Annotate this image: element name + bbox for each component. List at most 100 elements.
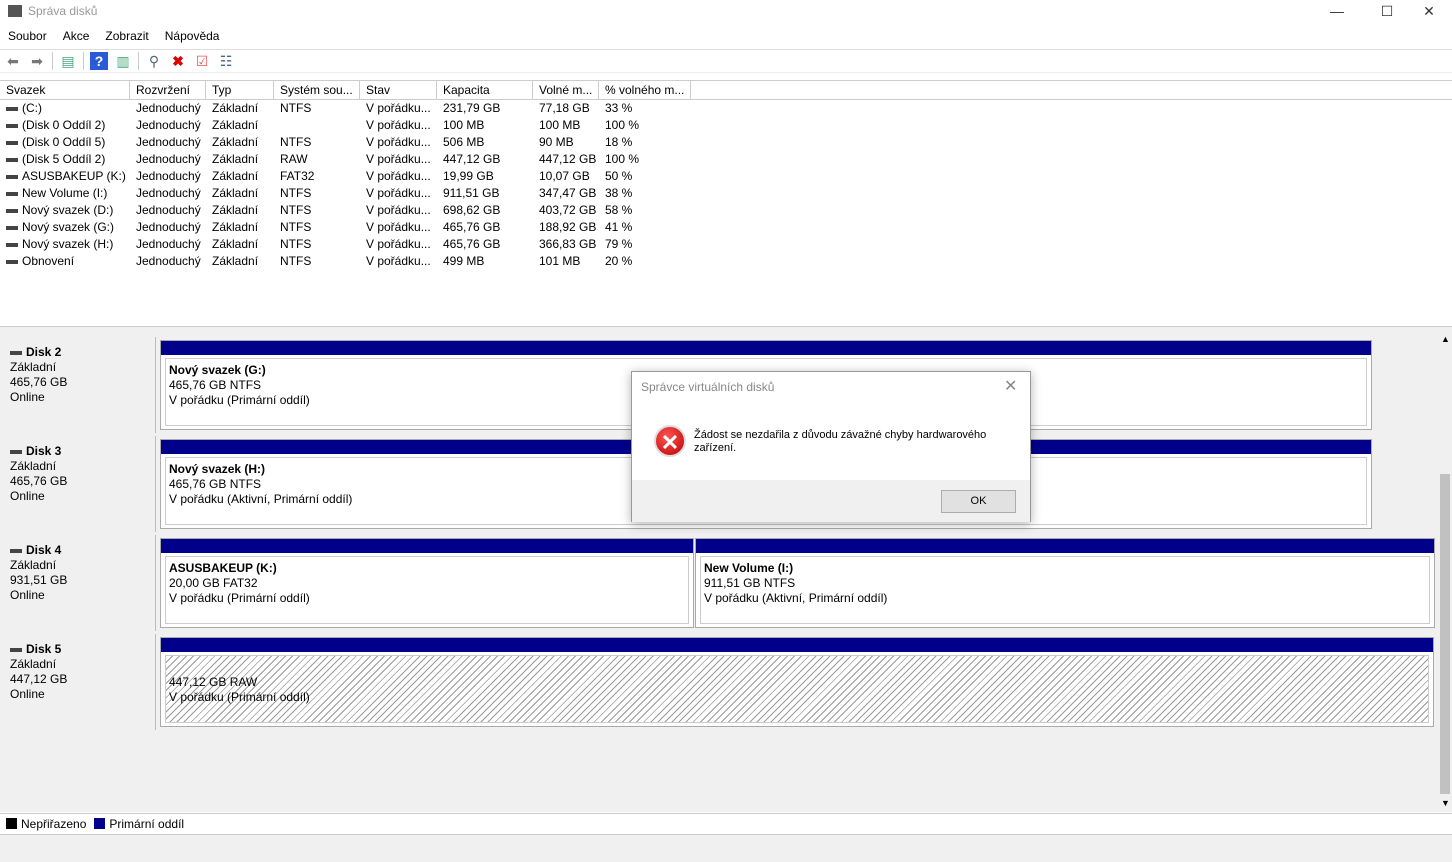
- cell-5: 100 MB: [437, 117, 533, 134]
- cell-6: 90 MB: [533, 134, 599, 151]
- cell-2: Základní: [206, 100, 274, 117]
- cell-text: (C:): [22, 101, 42, 115]
- partition-name: Nový svazek (H:): [169, 462, 266, 476]
- col-procento[interactable]: % volného m...: [599, 81, 691, 99]
- connect-drive-icon[interactable]: ⚲: [145, 52, 163, 70]
- cell-2: Základní: [206, 202, 274, 219]
- disk-label[interactable]: Disk 2 Základní 465,76 GB Online: [2, 337, 156, 433]
- cell-5: 19,99 GB: [437, 168, 533, 185]
- cell-text: 911,51 GB: [443, 186, 500, 200]
- partition[interactable]: New Volume (I:) 911,51 GB NTFS V pořádku (…: [695, 538, 1435, 628]
- forward-arrow-icon[interactable]: ➡: [28, 52, 46, 70]
- cell-6: 10,07 GB: [533, 168, 599, 185]
- disk-size: 931,51 GB: [10, 573, 68, 587]
- table-row[interactable]: (C:) Jednoduchý Základní NTFS V pořádku... 23…: [0, 100, 1452, 117]
- table-row[interactable]: ASUSBAKEUP (K:) Jednoduchý Základní FAT32 V …: [0, 168, 1452, 185]
- cell-text: 347,47 GB: [539, 186, 597, 200]
- cell-4: V pořádku...: [360, 236, 437, 253]
- delete-icon[interactable]: ✖: [169, 52, 187, 70]
- dialog-message: Žádost se nezdařila z důvodu závažné chy…: [694, 429, 987, 454]
- cell-2: Základní: [206, 117, 274, 134]
- table-row[interactable]: Nový svazek (D:) Jednoduchý Základní NTFS V …: [0, 202, 1452, 219]
- cell-text: V pořádku...: [366, 135, 431, 149]
- table-row[interactable]: (Disk 5 Oddíl 2) Jednoduchý Základní RAW V p…: [0, 151, 1452, 168]
- partition[interactable]: 447,12 GB RAW V pořádku (Primární oddíl): [160, 637, 1434, 727]
- pane-splitter[interactable]: [0, 326, 1452, 334]
- menu-soubor[interactable]: Soubor: [0, 27, 55, 47]
- partition-state: V pořádku (Primární oddíl): [169, 690, 310, 704]
- disk-type: Základní: [10, 558, 57, 572]
- cell-3: RAW: [274, 151, 360, 168]
- col-rozvrzeni[interactable]: Rozvržení: [130, 81, 206, 99]
- cell-text: Základní: [212, 186, 259, 200]
- col-system[interactable]: Systém sou...: [274, 81, 360, 99]
- cell-2: Základní: [206, 219, 274, 236]
- cell-text: Jednoduchý: [136, 152, 201, 166]
- scroll-thumb[interactable]: [1440, 474, 1450, 794]
- menu-akce[interactable]: Akce: [55, 27, 98, 47]
- dialog-title: Správce virtuálních disků: [641, 380, 775, 394]
- cell-6: 77,18 GB: [533, 100, 599, 117]
- cell-0: New Volume (I:): [0, 185, 130, 202]
- cell-text: Obnovení: [22, 254, 75, 268]
- cell-2: Základní: [206, 168, 274, 185]
- close-button[interactable]: ✕: [1406, 0, 1452, 24]
- cell-text: 100 MB: [539, 118, 581, 132]
- back-arrow-icon[interactable]: ⬅: [4, 52, 22, 70]
- menu-zobrazit[interactable]: Zobrazit: [97, 27, 156, 47]
- disk-status: Online: [10, 390, 45, 404]
- menu-napoveda[interactable]: Nápověda: [157, 27, 228, 47]
- cell-text: (Disk 5 Oddíl 2): [22, 152, 106, 166]
- vertical-scrollbar[interactable]: ▲ ▼: [1438, 334, 1452, 812]
- cell-text: 18 %: [605, 135, 633, 149]
- properties-icon[interactable]: ☷: [217, 52, 235, 70]
- help-icon[interactable]: ?: [90, 52, 108, 70]
- cell-4: V pořádku...: [360, 134, 437, 151]
- minimize-button[interactable]: —: [1314, 0, 1360, 24]
- disk-label[interactable]: Disk 4 Základní 931,51 GB Online: [2, 535, 156, 631]
- cell-7: 58 %: [599, 202, 691, 219]
- table-row[interactable]: Nový svazek (G:) Jednoduchý Základní NTFS V …: [0, 219, 1452, 236]
- table-row[interactable]: Nový svazek (H:) Jednoduchý Základní NTFS V …: [0, 236, 1452, 253]
- cell-text: 366,83 GB: [539, 237, 597, 251]
- partition[interactable]: ASUSBAKEUP (K:) 20,00 GB FAT32 V pořádku (…: [160, 538, 694, 628]
- col-volne[interactable]: Volné m...: [533, 81, 599, 99]
- table-row[interactable]: (Disk 0 Oddíl 5) Jednoduchý Základní NTFS V …: [0, 134, 1452, 151]
- cell-text: Základní: [212, 135, 259, 149]
- cell-3: [274, 117, 360, 134]
- table-row[interactable]: Obnovení Jednoduchý Základní NTFS V pořádku.…: [0, 253, 1452, 270]
- cell-text: Jednoduchý: [136, 220, 201, 234]
- disk-icon: [10, 647, 22, 652]
- cell-text: 38 %: [605, 186, 633, 200]
- disk-type: Základní: [10, 360, 57, 374]
- col-kapacita[interactable]: Kapacita: [437, 81, 533, 99]
- cell-7: 33 %: [599, 100, 691, 117]
- dialog-close-button[interactable]: ✕: [1004, 376, 1017, 396]
- col-typ[interactable]: Typ: [206, 81, 274, 99]
- cell-2: Základní: [206, 185, 274, 202]
- table-row[interactable]: (Disk 0 Oddíl 2) Jednoduchý Základní V pořá…: [0, 117, 1452, 134]
- check-icon[interactable]: ☑: [193, 52, 211, 70]
- col-stav[interactable]: Stav: [360, 81, 437, 99]
- action-pane-icon[interactable]: ▥: [114, 52, 132, 70]
- partition-state: V pořádku (Aktivní, Primární oddíl): [704, 591, 888, 605]
- scroll-down-icon[interactable]: ▼: [1441, 798, 1450, 808]
- cell-6: 347,47 GB: [533, 185, 599, 202]
- disk-label[interactable]: Disk 3 Základní 465,76 GB Online: [2, 436, 156, 532]
- disk-row: Disk 4 Základní 931,51 GB Online ASUSBAKEUP …: [0, 533, 1438, 631]
- disk-label[interactable]: Disk 5 Základní 447,12 GB Online: [2, 634, 156, 730]
- cell-text: NTFS: [280, 203, 312, 217]
- scroll-up-icon[interactable]: ▲: [1441, 334, 1450, 344]
- ok-button[interactable]: OK: [941, 490, 1016, 513]
- cell-text: 100 %: [605, 118, 640, 132]
- maximize-button[interactable]: ☐: [1364, 0, 1410, 24]
- show-hide-console-tree-icon[interactable]: ▤: [59, 52, 77, 70]
- col-svazek[interactable]: Svazek: [0, 81, 130, 99]
- cell-6: 101 MB: [533, 253, 599, 270]
- disk-row: Disk 5 Základní 447,12 GB Online 447,12 GB R…: [0, 632, 1438, 730]
- disk-name: Disk 4: [26, 543, 62, 557]
- disk-status: Online: [10, 489, 45, 503]
- dialog-footer: OK: [632, 480, 1030, 522]
- cell-text: V pořádku...: [366, 169, 431, 183]
- table-row[interactable]: New Volume (I:) Jednoduchý Základní NTFS V p…: [0, 185, 1452, 202]
